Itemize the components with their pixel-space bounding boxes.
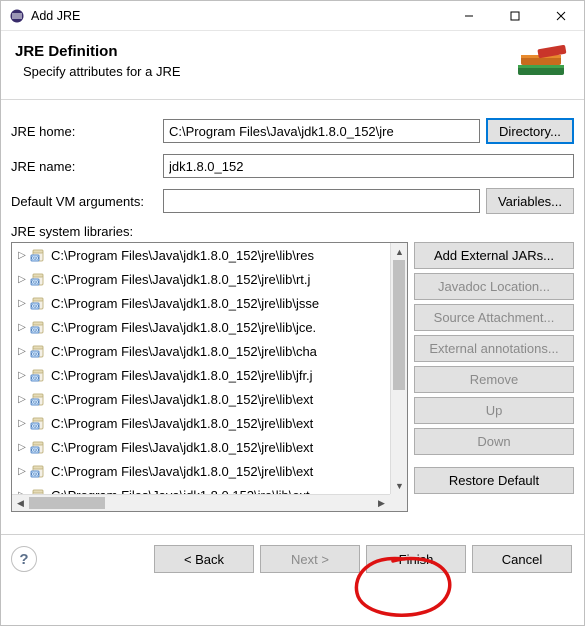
library-path: C:\Program Files\Java\jdk1.8.0_152\jre\l… [51, 392, 313, 407]
cancel-button[interactable]: Cancel [472, 545, 572, 573]
up-button[interactable]: Up [414, 397, 574, 424]
library-item[interactable]: ▷ 010 C:\Program Files\Java\jdk1.8.0_152… [12, 339, 390, 363]
library-path: C:\Program Files\Java\jdk1.8.0_152\jre\l… [51, 248, 314, 263]
jar-icon: 010 [30, 415, 46, 431]
restore-default-button[interactable]: Restore Default [414, 467, 574, 494]
jre-name-label: JRE name: [11, 159, 163, 174]
variables-button[interactable]: Variables... [486, 188, 574, 214]
chevron-right-icon[interactable]: ▷ [16, 442, 28, 453]
help-button[interactable]: ? [11, 546, 37, 572]
add-jre-dialog: Add JRE JRE Definition Specify attribute… [0, 0, 585, 626]
directory-button[interactable]: Directory... [486, 118, 574, 144]
page-subtitle: Specify attributes for a JRE [23, 64, 181, 79]
wizard-button-bar: ? < Back Next > Finish Cancel [1, 535, 584, 585]
window-controls [446, 1, 584, 30]
content-area: JRE home: Directory... JRE name: Default… [1, 100, 584, 522]
library-path: C:\Program Files\Java\jdk1.8.0_152\jre\l… [51, 320, 316, 335]
vertical-scrollbar[interactable]: ▲ ▼ [390, 243, 407, 494]
library-path: C:\Program Files\Java\jdk1.8.0_152\jre\l… [51, 344, 317, 359]
add-external-jars-button[interactable]: Add External JARs... [414, 242, 574, 269]
chevron-right-icon[interactable]: ▷ [16, 346, 28, 357]
scroll-thumb-horizontal[interactable] [29, 497, 105, 509]
jar-icon: 010 [30, 439, 46, 455]
library-item[interactable]: ▷ 010 C:\Program Files\Java\jdk1.8.0_152… [12, 459, 390, 483]
eclipse-icon [9, 8, 25, 24]
jar-icon: 010 [30, 295, 46, 311]
jre-name-input[interactable] [163, 154, 574, 178]
svg-text:010: 010 [31, 280, 39, 285]
library-path: C:\Program Files\Java\jdk1.8.0_152\jre\l… [51, 272, 310, 287]
next-button[interactable]: Next > [260, 545, 360, 573]
scroll-down-icon[interactable]: ▼ [391, 477, 408, 494]
chevron-right-icon[interactable]: ▷ [16, 394, 28, 405]
svg-text:010: 010 [31, 448, 39, 453]
titlebar: Add JRE [1, 1, 584, 31]
library-path: C:\Program Files\Java\jdk1.8.0_152\jre\l… [51, 440, 313, 455]
wizard-header: JRE Definition Specify attributes for a … [1, 31, 584, 100]
javadoc-location-button[interactable]: Javadoc Location... [414, 273, 574, 300]
library-item[interactable]: ▷ 010 C:\Program Files\Java\jdk1.8.0_152… [12, 267, 390, 291]
svg-text:010: 010 [31, 328, 39, 333]
external-annotations-button[interactable]: External annotations... [414, 335, 574, 362]
jar-icon: 010 [30, 487, 46, 494]
chevron-right-icon[interactable]: ▷ [16, 298, 28, 309]
finish-button[interactable]: Finish [366, 545, 466, 573]
scroll-thumb-vertical[interactable] [393, 260, 405, 390]
jar-icon: 010 [30, 343, 46, 359]
svg-text:010: 010 [31, 256, 39, 261]
library-path: C:\Program Files\Java\jdk1.8.0_152\jre\l… [51, 296, 319, 311]
remove-button[interactable]: Remove [414, 366, 574, 393]
library-path: C:\Program Files\Java\jdk1.8.0_152\jre\l… [51, 368, 313, 383]
scroll-left-icon[interactable]: ◀ [12, 495, 29, 512]
library-item[interactable]: ▷ 010 C:\Program Files\Java\jdk1.8.0 152… [12, 483, 390, 494]
library-item[interactable]: ▷ 010 C:\Program Files\Java\jdk1.8.0_152… [12, 363, 390, 387]
svg-text:010: 010 [31, 304, 39, 309]
maximize-button[interactable] [492, 1, 538, 30]
chevron-right-icon[interactable]: ▷ [16, 370, 28, 381]
minimize-button[interactable] [446, 1, 492, 30]
library-item[interactable]: ▷ 010 C:\Program Files\Java\jdk1.8.0_152… [12, 291, 390, 315]
horizontal-scrollbar[interactable]: ◀ ▶ [12, 494, 390, 511]
svg-text:010: 010 [31, 352, 39, 357]
window-title: Add JRE [31, 9, 80, 23]
chevron-right-icon[interactable]: ▷ [16, 466, 28, 477]
svg-text:010: 010 [31, 376, 39, 381]
jar-icon: 010 [30, 367, 46, 383]
source-attachment-button[interactable]: Source Attachment... [414, 304, 574, 331]
svg-text:010: 010 [31, 472, 39, 477]
library-item[interactable]: ▷ 010 C:\Program Files\Java\jdk1.8.0_152… [12, 411, 390, 435]
chevron-right-icon[interactable]: ▷ [16, 274, 28, 285]
library-buttons: Add External JARs... Javadoc Location...… [414, 242, 574, 512]
jre-home-label: JRE home: [11, 124, 163, 139]
library-item[interactable]: ▷ 010 C:\Program Files\Java\jdk1.8.0_152… [12, 243, 390, 267]
chevron-right-icon[interactable]: ▷ [16, 418, 28, 429]
scroll-up-icon[interactable]: ▲ [391, 243, 408, 260]
system-libraries-label: JRE system libraries: [11, 224, 574, 239]
system-libraries-tree[interactable]: ▷ 010 C:\Program Files\Java\jdk1.8.0_152… [11, 242, 408, 512]
svg-text:010: 010 [31, 424, 39, 429]
library-item[interactable]: ▷ 010 C:\Program Files\Java\jdk1.8.0_152… [12, 387, 390, 411]
jar-icon: 010 [30, 247, 46, 263]
library-path: C:\Program Files\Java\jdk1.8.0_152\jre\l… [51, 416, 313, 431]
page-title: JRE Definition [15, 43, 181, 60]
vm-args-input[interactable] [163, 189, 480, 213]
jre-home-input[interactable] [163, 119, 480, 143]
library-item[interactable]: ▷ 010 C:\Program Files\Java\jdk1.8.0_152… [12, 315, 390, 339]
vm-args-label: Default VM arguments: [11, 194, 163, 209]
jar-icon: 010 [30, 319, 46, 335]
close-button[interactable] [538, 1, 584, 30]
scroll-right-icon[interactable]: ▶ [373, 495, 390, 512]
chevron-right-icon[interactable]: ▷ [16, 250, 28, 261]
chevron-right-icon[interactable]: ▷ [16, 322, 28, 333]
down-button[interactable]: Down [414, 428, 574, 455]
back-button[interactable]: < Back [154, 545, 254, 573]
jar-icon: 010 [30, 463, 46, 479]
library-path: C:\Program Files\Java\jdk1.8.0_152\jre\l… [51, 464, 313, 479]
svg-text:010: 010 [31, 400, 39, 405]
jar-icon: 010 [30, 391, 46, 407]
books-icon [516, 43, 570, 89]
jar-icon: 010 [30, 271, 46, 287]
library-item[interactable]: ▷ 010 C:\Program Files\Java\jdk1.8.0_152… [12, 435, 390, 459]
